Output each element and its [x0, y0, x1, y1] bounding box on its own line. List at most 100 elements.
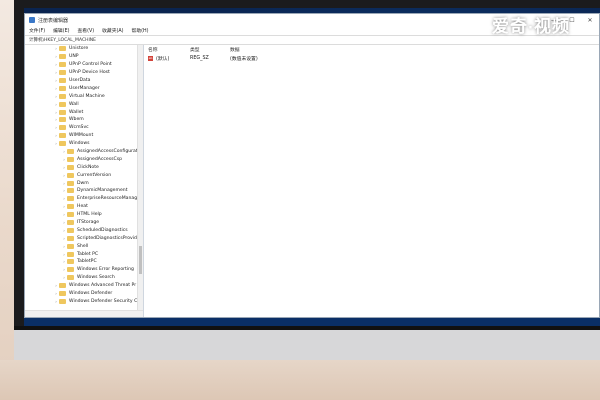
tree-item[interactable]: › Tablet PC [25, 250, 143, 258]
column-name[interactable]: 名称 [148, 46, 190, 53]
menu-help[interactable]: 帮助(H) [132, 27, 149, 34]
close-button[interactable]: ✕ [581, 17, 599, 24]
value-name: (默认) [156, 56, 170, 62]
tree-item[interactable]: › UNP [25, 53, 143, 61]
tree-item-label: HTML Help [77, 212, 102, 218]
tree-item[interactable]: › UPnP Control Point [25, 61, 143, 69]
folder-icon [67, 267, 74, 273]
tree-item[interactable]: › EnterpriseResourceManage [25, 195, 143, 203]
tree-item-label: UNP [69, 54, 79, 60]
folder-icon [59, 85, 66, 91]
tree-item[interactable]: › Heat [25, 203, 143, 211]
desk-surface [0, 360, 600, 400]
folder-icon [67, 243, 74, 249]
tree-item[interactable]: › TabletPC [25, 258, 143, 266]
value-row[interactable]: ab (默认) REG_SZ (数值未设置) [144, 54, 599, 62]
folder-icon [59, 93, 66, 99]
tree-scroll-thumb[interactable] [139, 246, 142, 274]
folder-icon [67, 164, 74, 170]
folder-icon [67, 220, 74, 226]
tree-item-label: UPnP Device Host [69, 70, 110, 76]
folder-icon [67, 188, 74, 194]
tree-item[interactable]: › WcmSvc [25, 124, 143, 132]
folder-icon [59, 54, 66, 60]
folder-icon [67, 227, 74, 233]
folder-icon [59, 78, 66, 83]
string-value-icon: ab [148, 55, 153, 61]
tree-item[interactable]: › AssignedAccessConfiguratio [25, 148, 143, 156]
tree-item-label: WcmSvc [69, 125, 89, 131]
tree-item[interactable]: › Windows Defender [25, 290, 143, 298]
folder-icon [59, 62, 66, 68]
tree-item[interactable]: › Windows Search [25, 274, 143, 282]
tree-item-label: Wall [69, 101, 79, 107]
tree-item-label: Dwm [77, 180, 89, 186]
column-headers: 名称 类型 数据 [144, 45, 599, 54]
tree-item-label: UserData [69, 78, 91, 83]
folder-icon [59, 117, 66, 123]
screen: 注册表编辑器 — ☐ ✕ 文件(F) 编辑(E) 查看(V) 收藏夹(A) 帮助… [24, 8, 600, 326]
tree-item[interactable]: › DynamicManagement [25, 187, 143, 195]
tree-item-label: Windows Search [77, 275, 115, 281]
tree-item-label: Wbem [69, 117, 84, 123]
tree-item[interactable]: › Windows Error Reporting [25, 266, 143, 274]
tree-item-label: Virtual Machine [69, 93, 105, 99]
tree-item[interactable]: › Windows Advanced Threat Pr [25, 282, 143, 290]
folder-icon [59, 283, 66, 289]
column-type[interactable]: 类型 [190, 46, 230, 53]
tree-item-label: Windows Error Reporting [77, 267, 134, 273]
tree-item-label: EnterpriseResourceManage [77, 196, 140, 202]
menu-favorites[interactable]: 收藏夹(A) [102, 27, 123, 34]
tree-item[interactable]: › UserManager [25, 84, 143, 92]
tree-item-label: WIMMount [69, 133, 94, 139]
tree-item[interactable]: › UserData [25, 77, 143, 85]
tree-horizontal-scrollbar[interactable] [25, 310, 143, 317]
tree-item[interactable]: › HTML Help [25, 211, 143, 219]
tree-item-label: ScheduledDiagnostics [77, 227, 128, 233]
tree-item[interactable]: › ClickNote [25, 163, 143, 171]
tree-item[interactable]: › Windows Defender Security C [25, 298, 143, 306]
folder-icon [67, 172, 74, 178]
folder-icon [67, 275, 74, 281]
tree-vertical-scrollbar[interactable] [137, 45, 143, 317]
tree-item[interactable]: › Virtual Machine [25, 92, 143, 100]
tree-item-label: UserManager [69, 85, 100, 91]
tree-item[interactable]: › AssignedAccessCsp [25, 155, 143, 163]
tree-item-label: Windows Defender [69, 291, 113, 297]
folder-icon [59, 125, 66, 131]
tree-item[interactable]: › Windows [25, 140, 143, 148]
tree-item[interactable]: › UPnP Device Host [25, 69, 143, 77]
column-data[interactable]: 数据 [230, 46, 240, 53]
tree-item[interactable]: › ScriptedDiagnosticsProvide [25, 234, 143, 242]
tree-item[interactable]: › Wbem [25, 116, 143, 124]
tree-item-label: AssignedAccessConfiguratio [77, 149, 142, 155]
regedit-app-icon [29, 17, 35, 23]
tree-item[interactable]: › Wall [25, 100, 143, 108]
tree-item[interactable]: › Dwm [25, 179, 143, 187]
folder-icon [59, 46, 66, 52]
tree-item[interactable]: › CurrentVersion [25, 171, 143, 179]
tree-item-label: UPnP Control Point [69, 62, 112, 68]
tree-item-label: ClickNote [77, 164, 99, 170]
menu-file[interactable]: 文件(F) [29, 27, 45, 34]
folder-icon [59, 141, 66, 147]
tree-item-label: CurrentVersion [77, 172, 112, 178]
menu-view[interactable]: 查看(V) [77, 27, 94, 34]
folder-icon [67, 156, 74, 162]
folder-icon [67, 149, 74, 155]
tree-item[interactable]: › Unistore [25, 45, 143, 53]
tree-item[interactable]: › ITStorage [25, 219, 143, 227]
tree-item[interactable]: › Wallet [25, 108, 143, 116]
tree-item[interactable]: › ScheduledDiagnostics [25, 226, 143, 234]
menu-edit[interactable]: 编辑(E) [53, 27, 69, 34]
tree-item-label: Windows Advanced Threat Pr [69, 283, 137, 289]
value-type: REG_SZ [190, 55, 209, 61]
registry-editor-window: 注册表编辑器 — ☐ ✕ 文件(F) 编辑(E) 查看(V) 收藏夹(A) 帮助… [24, 13, 600, 318]
desktop-strip [24, 318, 600, 326]
folder-icon [59, 133, 66, 139]
address-path[interactable]: 计算机\HKEY_LOCAL_MACHINE [29, 37, 96, 43]
folder-icon [59, 298, 66, 304]
tree-item[interactable]: › WIMMount [25, 132, 143, 140]
folder-icon [67, 212, 74, 218]
tree-item[interactable]: › Shell [25, 242, 143, 250]
